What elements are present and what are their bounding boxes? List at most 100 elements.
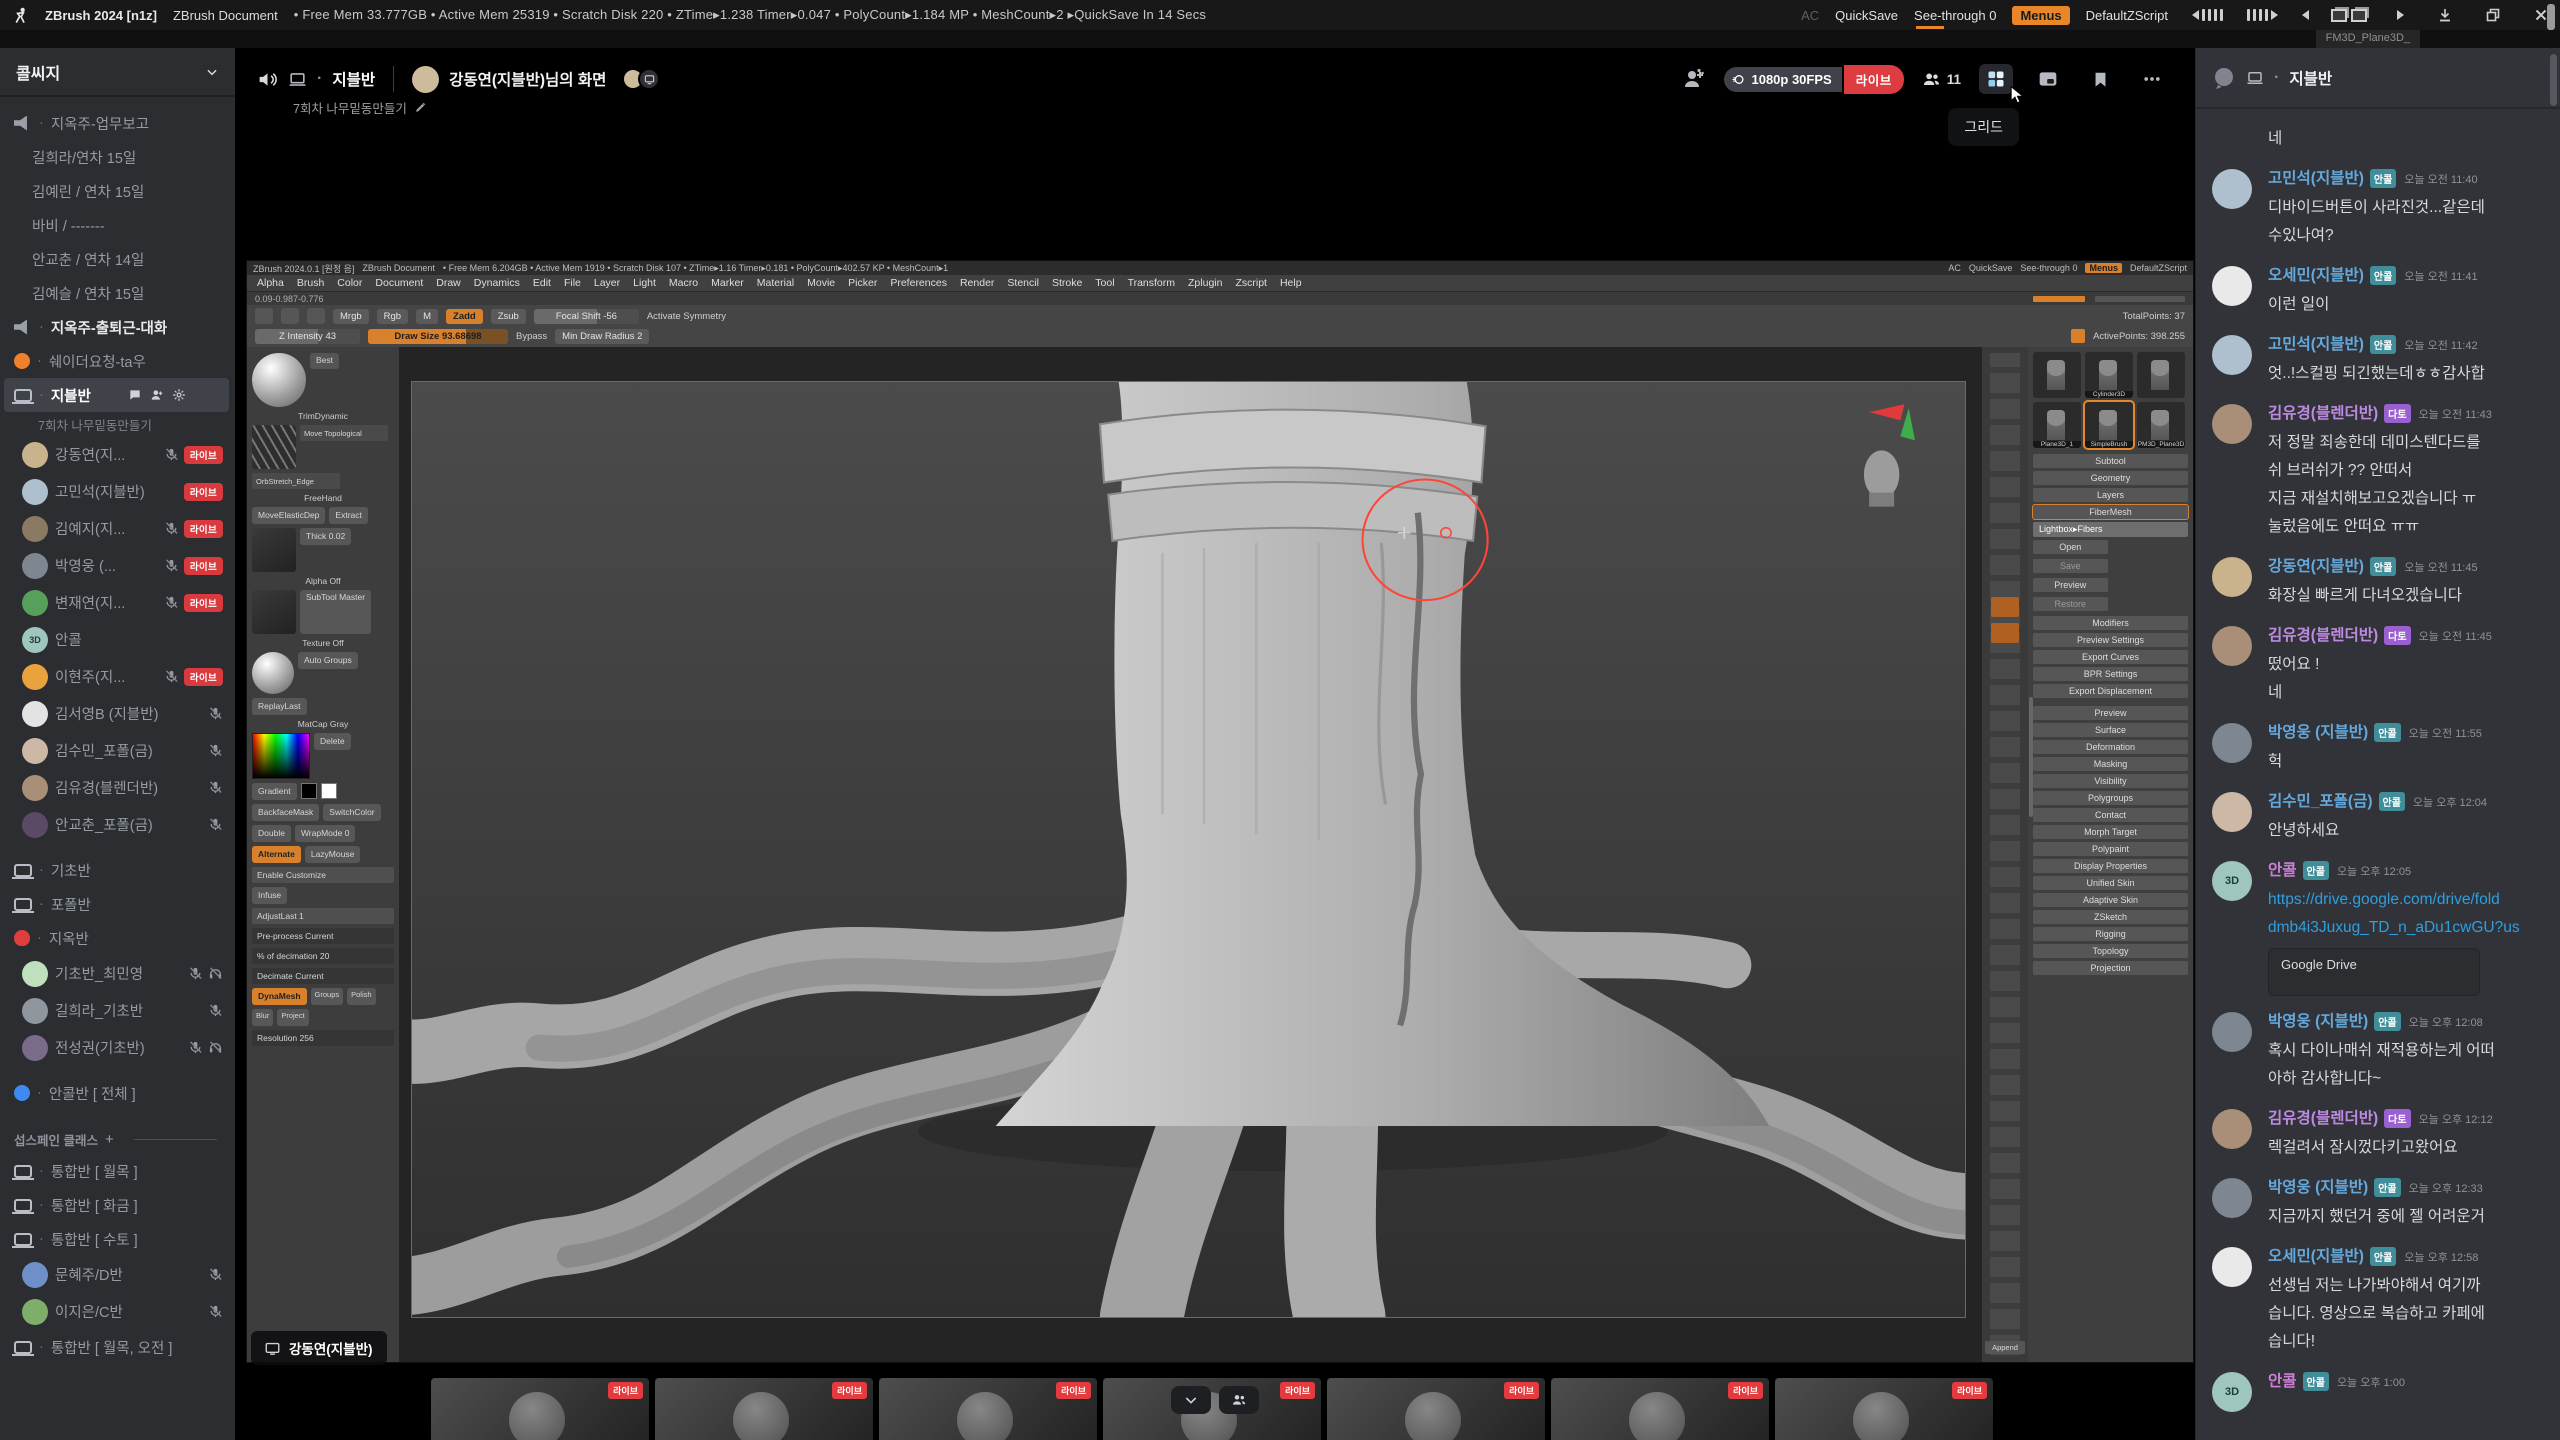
message-author[interactable]: 안콜 (2268, 1369, 2297, 1391)
avatar[interactable] (2212, 1012, 2252, 1052)
activate-symmetry-button[interactable]: Activate Symmetry (647, 311, 726, 322)
sidebar-item[interactable]: · 포폴반 (4, 887, 229, 921)
zbrush-shelf-item[interactable]: Double (252, 825, 291, 842)
palette-row[interactable]: Restore (2033, 597, 2108, 611)
default-zscript-button[interactable]: DefaultZScript (2086, 8, 2168, 23)
avatar[interactable] (2212, 169, 2252, 209)
palette-row[interactable]: Layers (2033, 488, 2188, 502)
zbrush-shelf-item[interactable]: Polish (347, 988, 375, 1005)
message-list[interactable]: 네 고민석(지블반) 안콜 오늘 오전 11:40 디바이드버튼이 사라 (2196, 108, 2560, 1440)
zbrush-menu-item[interactable]: Draw (436, 277, 461, 289)
sidebar-item[interactable]: · 기초반 (4, 853, 229, 887)
message-author[interactable]: 고민석(지블반) (2268, 332, 2364, 354)
zbrush-shelf-item[interactable]: MatCap Gray (252, 719, 394, 729)
zbrush-menu-item[interactable]: Brush (297, 277, 324, 289)
zbrush-shelf-item[interactable]: Texture Off (252, 638, 394, 648)
tool-icon[interactable] (255, 308, 273, 324)
palette-stack-icons[interactable] (2331, 9, 2367, 22)
sidebar-item[interactable]: 바비 / ------- (4, 208, 229, 242)
zbrush-menu-item[interactable]: Transform (1128, 277, 1175, 289)
zbrush-shelf-item[interactable] (252, 528, 296, 572)
zbrush-shelf-item[interactable]: Best (310, 353, 339, 369)
sidebar-item[interactable]: · 지옥주-출퇴근-대화 (4, 310, 229, 344)
zbrush-shelf-item[interactable]: Blur (252, 1009, 273, 1026)
zbrush-menu-item[interactable]: Zplugin (1188, 277, 1222, 289)
zbrush-shelf-item[interactable]: DynaMesh (252, 988, 307, 1005)
sidebar-item[interactable]: · 안콜반 [ 전체 ] (4, 1076, 229, 1110)
stream-thumbnail[interactable]: 라이브 (431, 1378, 649, 1440)
palette-row[interactable]: Lightbox▸Fibers (2033, 522, 2188, 537)
stream-thumbnail[interactable]: 라이브 (1551, 1378, 1769, 1440)
zbrush-shelf-item[interactable] (252, 353, 306, 407)
palette-row[interactable]: Geometry (2033, 471, 2188, 485)
zbrush-shelf-item[interactable]: Enable Customize (252, 867, 394, 883)
zbrush-shelf-item[interactable]: Auto Groups (298, 652, 358, 669)
pip-button[interactable] (2031, 64, 2065, 94)
rgb-toggle[interactable]: Rgb (377, 309, 408, 324)
avatar[interactable]: 3D (2212, 1372, 2252, 1412)
palette-row[interactable]: Deformation (2033, 740, 2188, 754)
zbrush-shelf-item[interactable]: OrbStretch_Edge (252, 473, 340, 489)
sidebar-item[interactable]: 박영웅 (... 라이브 (4, 547, 229, 584)
zbrush-menu-item[interactable]: Help (1280, 277, 1302, 289)
zbrush-shelf-item[interactable]: Alpha Off (252, 576, 394, 586)
zbrush-menus-button[interactable]: Menus (2085, 263, 2122, 273)
stream-thumbnail[interactable]: 라이브 (879, 1378, 1097, 1440)
host-scrollbar-thumb[interactable] (2547, 4, 2555, 30)
bypass-toggle[interactable]: Bypass (516, 331, 547, 342)
zbrush-shelf-item[interactable]: Pre-process Current (252, 928, 394, 944)
zbrush-menu-item[interactable]: Dynamics (474, 277, 520, 289)
avatar[interactable] (2212, 626, 2252, 666)
palette-row[interactable]: Subtool (2033, 454, 2188, 468)
zbrush-shelf-item[interactable]: Delete (314, 733, 351, 750)
sidebar-item[interactable]: 길희라_기초반 (4, 992, 229, 1029)
message-author[interactable]: 김유경(블렌더반) (2268, 623, 2378, 645)
sidebar-item[interactable]: 김유경(블렌더반) (4, 769, 229, 806)
palette-dock-right-icon[interactable] (2397, 10, 2404, 20)
sidebar-item[interactable]: · 통합반 [ 월목 ] (4, 1154, 229, 1188)
min-draw-radius-slider[interactable]: Min Draw Radius 2 (555, 329, 649, 344)
palette-row[interactable]: Contact (2033, 808, 2188, 822)
zbrush-shelf-item[interactable]: FreeHand (252, 493, 394, 503)
add-channel-icon[interactable]: + (105, 1131, 114, 1148)
zbrush-shelf-item[interactable]: % of decimation 20 (252, 948, 394, 964)
tray-divider-right-icon[interactable] (2247, 9, 2278, 21)
sidebar-item[interactable]: 7회차 나무밑동만들기 (4, 412, 229, 436)
mrgb-toggle[interactable]: Mrgb (333, 309, 369, 324)
zbrush-menu-item[interactable]: Zscript (1235, 277, 1267, 289)
avatar[interactable] (2212, 1178, 2252, 1218)
message-author[interactable]: 강동연(지블반) (2268, 554, 2364, 576)
focal-shift-slider[interactable]: Focal Shift -56 (534, 309, 639, 324)
menus-button[interactable]: Menus (2012, 6, 2069, 25)
participants-button[interactable] (1219, 1386, 1259, 1414)
zbrush-shelf-item[interactable]: Resolution 256 (252, 1030, 394, 1046)
zbrush-shelf-item[interactable]: Project (277, 1009, 308, 1026)
zbrush-menu-item[interactable]: Picker (848, 277, 877, 289)
zbrush-shelf-item[interactable] (301, 783, 317, 799)
zbrush-menu-item[interactable]: Layer (594, 277, 620, 289)
collapse-strip-button[interactable] (1171, 1386, 1211, 1414)
zbrush-shelf-item[interactable]: SubTool Master (300, 590, 371, 634)
avatar[interactable] (2212, 266, 2252, 306)
sidebar-item[interactable]: · 통합반 [ 수토 ] (4, 1222, 229, 1256)
message-author[interactable]: 김유경(블렌더반) (2268, 401, 2378, 423)
tool-thumbnail[interactable]: Plane3D_1 (2033, 402, 2081, 448)
sidebar-item[interactable]: 김예지(지... 라이브 (4, 510, 229, 547)
tool-thumbnail[interactable]: PM3D_Plane3D (2137, 402, 2185, 448)
zbrush-shelf-item[interactable]: Groups (311, 988, 344, 1005)
palette-row[interactable]: Adaptive Skin (2033, 893, 2188, 907)
avatar[interactable]: 3D (2212, 861, 2252, 901)
palette-row[interactable]: Polygroups (2033, 791, 2188, 805)
palette-row[interactable]: Rigging (2033, 927, 2188, 941)
tool-icon[interactable] (307, 308, 325, 324)
tool-thumbnail[interactable]: SimpleBrush (2085, 402, 2133, 448)
avatar[interactable] (2212, 1109, 2252, 1149)
avatar[interactable] (2212, 1247, 2252, 1287)
zbrush-menu-item[interactable]: Document (375, 277, 423, 289)
message-author[interactable]: 박영웅 (지블반) (2268, 1175, 2368, 1197)
palette-row[interactable]: Visibility (2033, 774, 2188, 788)
zbrush-shelf-item[interactable]: Thick 0.02 (300, 528, 351, 545)
zbrush-shelf-item[interactable]: BackfaceMask (252, 804, 319, 821)
message-link[interactable]: dmb4i3Juxug_TD_n_aDu1cwGU?us (2268, 914, 2560, 942)
zbrush-shelf-item[interactable]: Move Topological (300, 425, 388, 441)
